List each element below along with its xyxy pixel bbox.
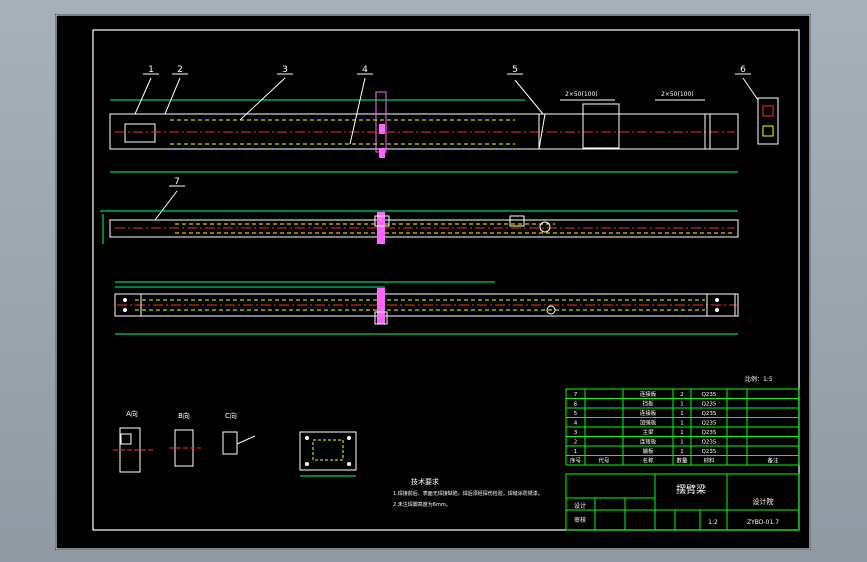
bom-no: 5 [574,411,578,417]
checker-label: 审核 [574,516,586,524]
slope-line [538,113,546,150]
cad-viewport: 1 2 3 4 5 6 7 2×50(100) 2×50(100) A向 B向 … [0,0,867,562]
technical-notes: 技术要求 1.焊接前后、表面无焊接缺陷，焊后须经探伤检验，焊缝涂防锈漆。 2.未… [393,477,543,508]
bom-qty: 2 [680,392,684,398]
bom-material: Q235 [702,440,717,446]
hole [715,298,719,302]
detail-views: A向 B向 C向 [113,409,357,477]
weld-symbol-1: 2×50(100) [565,91,598,98]
top-view [100,210,739,244]
end-cap-detail [762,105,774,117]
drawing-number: ZYBD-01.7 [747,519,779,526]
connection-block [582,103,620,149]
cut-marker [379,148,385,158]
end-cap-detail [762,125,774,137]
detail-b-label: B向 [178,411,190,420]
bom-name: 主梁 [642,428,654,436]
flange-hidden [312,439,344,461]
break-line [375,91,387,153]
break-mark [377,288,385,324]
bom-qty: 1 [680,449,684,455]
bom-header-code: 代号 [598,457,610,465]
bom-name: 端板 [642,447,654,455]
hole [347,436,351,440]
hole [347,462,351,466]
cut-marker [379,124,385,134]
bom-material: Q235 [702,430,717,436]
balloon-2: 2 [177,65,183,75]
drawing-canvas: 1 2 3 4 5 6 7 2×50(100) 2×50(100) A向 B向 … [55,14,811,550]
bom-material: Q235 [702,421,717,427]
part-name: 摆臂梁 [676,483,706,496]
drawing-scale: 1:2 [708,519,718,526]
detail-c-label: C向 [225,411,237,420]
hole [715,308,719,312]
end-cap-part [757,97,779,145]
hole [123,298,127,302]
bom-qty: 1 [680,421,684,427]
hole [539,221,551,233]
weld-symbols: 2×50(100) 2×50(100) [560,91,705,101]
balloon-5: 5 [512,65,518,75]
bom-name: 连接板 [640,390,657,398]
bom-header-name: 名称 [642,457,654,465]
bom-no: 2 [574,440,578,446]
bom-no: 7 [574,392,578,398]
detail-a-label: A向 [126,409,138,418]
hole [305,462,309,466]
plan-view [114,281,739,335]
title-block: 摆臂梁 设计院 ZYBD-01.7 1:2 设计 审核 [565,473,800,531]
hole [305,436,309,440]
bill-of-materials: 7 连接板 2 Q235 6 挡板 1 Q235 5 连接板 1 Q235 4 加强板 1 Q235 3 主梁 1 Q… [565,388,800,466]
balloon-7: 7 [174,177,180,187]
bom-name: 加强板 [640,419,657,427]
bom-no: 3 [574,430,578,436]
bom-qty: 1 [680,440,684,446]
bom-material: Q235 [702,402,717,408]
bom-material: Q235 [702,392,717,398]
drawing-sheet: 1 2 3 4 5 6 7 2×50(100) 2×50(100) A向 B向 … [55,14,811,550]
bom-header-no: 序号 [570,457,582,465]
bom-header-remark: 备注 [767,457,779,465]
balloon-4: 4 [362,65,368,75]
bom-no: 1 [574,449,578,455]
bom-material: Q235 [702,411,717,417]
detail-c-leader [236,435,256,445]
notes-title: 技术要求 [411,477,439,486]
hole [123,308,127,312]
designer-label: 设计 [574,502,586,510]
bom-qty: 1 [680,430,684,436]
end-plate-outline [124,123,156,143]
weld-symbol-2: 2×50(100) [661,91,694,98]
company-name: 设计院 [753,497,774,506]
balloon-1: 1 [148,65,154,75]
detail-a-slot [120,433,132,445]
break-mark [377,212,385,244]
bom-header-qty: 数量 [676,457,688,465]
bom-qty: 1 [680,402,684,408]
front-view [109,91,779,173]
bom-material: Q235 [702,449,717,455]
bom-no: 6 [574,402,578,408]
bom-header-material: 材料 [703,457,715,465]
bom-name: 挡板 [642,400,654,408]
balloon-6: 6 [740,65,746,75]
balloon-numbers: 1 2 3 4 5 6 7 [148,65,746,187]
bom-name: 连接板 [640,409,657,417]
notes-line-1: 1.焊接前后、表面无焊接缺陷，焊后须经探伤检验，焊缝涂防锈漆。 [393,490,543,497]
balloon-3: 3 [282,65,288,75]
scale-note: 比例：1:5 [745,375,773,383]
notes-line-2: 2.未注焊脚高度为6mm。 [393,501,451,508]
bom-qty: 1 [680,411,684,417]
detail-c-part [222,431,238,455]
bom-no: 4 [574,421,578,427]
bom-name: 连接板 [640,438,657,446]
